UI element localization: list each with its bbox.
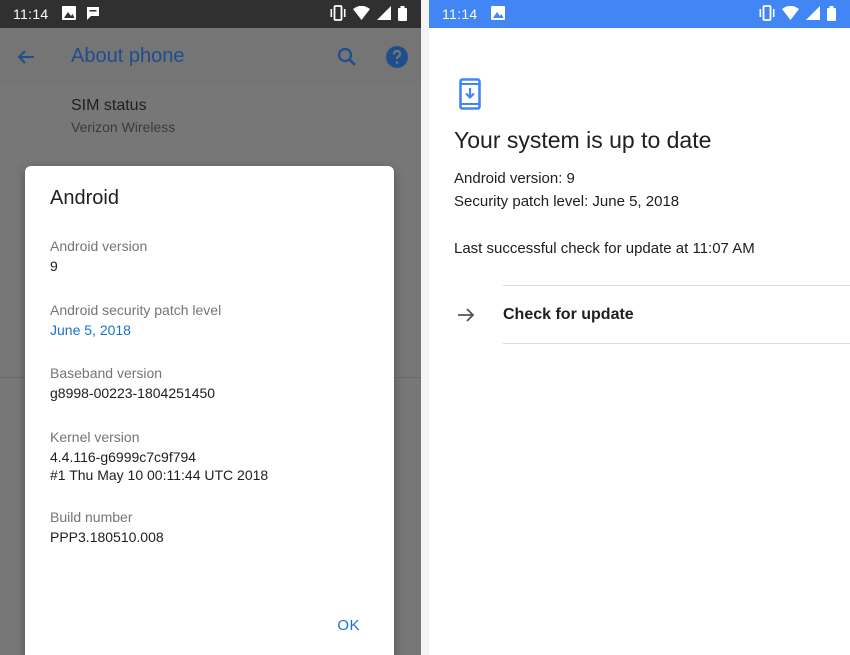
picture-icon xyxy=(491,6,505,23)
android-info-dialog: Android Android version 9 Android securi… xyxy=(25,166,394,655)
info-label: Kernel version xyxy=(50,429,140,445)
update-status-title: Your system is up to date xyxy=(454,127,712,153)
wifi-icon xyxy=(353,5,370,23)
about-phone-screen: 11:14 About phone SIM status Verizon Wir… xyxy=(0,0,421,655)
battery-icon xyxy=(398,5,407,24)
ok-button[interactable]: OK xyxy=(337,617,360,634)
signal-icon xyxy=(377,6,391,23)
status-time: 11:14 xyxy=(442,6,478,22)
info-label: Build number xyxy=(50,509,133,525)
info-value: g8998-00223-1804251450 xyxy=(50,385,216,401)
divider xyxy=(394,377,421,378)
setting-subtitle: Verizon Wireless xyxy=(71,119,176,135)
signal-icon xyxy=(806,6,820,23)
status-time: 11:14 xyxy=(13,6,49,22)
status-bar: 11:14 xyxy=(429,0,850,28)
dialog-title: Android xyxy=(50,187,119,209)
arrow-forward-icon xyxy=(456,305,476,330)
check-for-update-label: Check for update xyxy=(503,306,634,323)
status-icons xyxy=(752,5,836,24)
info-value: #1 Thu May 10 00:11:44 UTC 2018 xyxy=(50,467,269,483)
android-version-text: Android version: 9 xyxy=(454,170,575,187)
system-update-icon xyxy=(459,78,481,115)
baseband-version-item: Baseband version g8998-00223-1804251450 xyxy=(50,364,215,402)
battery-icon xyxy=(827,5,836,24)
page-title: About phone xyxy=(71,45,185,67)
info-value: 4.4.116-g6999c7c9f794 xyxy=(50,449,197,465)
security-patch-link[interactable]: June 5, 2018 xyxy=(50,321,221,339)
sim-status-item[interactable]: SIM status Verizon Wireless xyxy=(71,97,175,135)
vibrate-icon xyxy=(330,5,346,24)
search-icon[interactable] xyxy=(335,45,359,74)
vibrate-icon xyxy=(759,5,775,24)
status-icons xyxy=(323,5,407,24)
system-update-screen: 11:14 Your system is up to date Android … xyxy=(429,0,850,655)
info-value: 9 xyxy=(50,258,58,274)
divider xyxy=(0,377,25,378)
setting-title: SIM status xyxy=(71,97,147,114)
wifi-icon xyxy=(782,5,799,23)
android-version-item: Android version 9 xyxy=(50,237,147,275)
check-for-update-button[interactable]: Check for update xyxy=(429,286,850,343)
help-icon[interactable] xyxy=(385,45,409,74)
picture-icon xyxy=(62,6,76,23)
info-label: Android security patch level xyxy=(50,302,222,318)
security-patch-text: Security patch level: June 5, 2018 xyxy=(454,193,680,210)
kernel-version-item: Kernel version 4.4.116-g6999c7c9f794 #1 … xyxy=(50,428,268,484)
divider xyxy=(503,343,850,344)
build-number-item: Build number PPP3.180510.008 xyxy=(50,508,164,546)
message-icon xyxy=(86,6,100,24)
app-bar: About phone xyxy=(0,28,421,85)
status-bar: 11:14 xyxy=(0,0,421,28)
info-label: Android version xyxy=(50,238,148,254)
security-patch-item[interactable]: Android security patch level June 5, 201… xyxy=(50,301,221,339)
info-value: PPP3.180510.008 xyxy=(50,529,164,545)
arrow-back-icon[interactable] xyxy=(14,45,38,74)
last-check-text: Last successful check for update at 11:0… xyxy=(454,240,755,257)
info-label: Baseband version xyxy=(50,365,163,381)
